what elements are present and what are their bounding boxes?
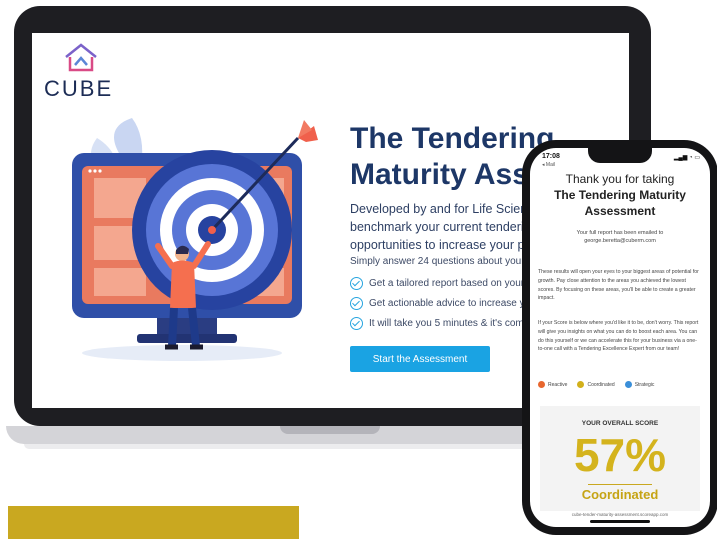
url-bar[interactable]: cube-tender-maturity-assessment.scoreapp…	[530, 512, 710, 517]
check-circle-icon	[350, 296, 363, 310]
gold-accent-bar	[8, 506, 299, 539]
results-paragraph: These results will open your eyes to you…	[538, 269, 699, 302]
phone-notch	[588, 148, 652, 163]
check-circle-icon	[350, 276, 363, 290]
target-illustration	[72, 118, 318, 361]
legend-dot	[624, 381, 632, 388]
legend-item-strategic: Strategic	[624, 381, 654, 388]
assessment-title: The Tendering Maturity	[554, 188, 686, 202]
legend-dot	[577, 381, 585, 388]
start-assessment-button[interactable]: Start the Assessment	[350, 346, 490, 372]
home-indicator[interactable]	[590, 520, 650, 523]
laptop-hinge-notch	[280, 426, 380, 434]
score-level: Coordinated	[581, 487, 659, 502]
legend-item-coordinated: Coordinated	[577, 381, 615, 388]
legend-dot	[538, 381, 545, 388]
assessment-title-line2: Assessment	[584, 204, 656, 218]
back-to-mail-link[interactable]: ◂ Mail	[542, 162, 555, 168]
advice-paragraph: If your Score is below where you'd like …	[538, 320, 699, 353]
cube-logo-icon	[65, 43, 97, 72]
legend-item-reactive: Reactive	[538, 381, 567, 388]
score-value: 57%	[573, 429, 667, 481]
email-note: Your full report has been emailed to geo…	[576, 230, 664, 244]
score-card: YOUR OVERALL SCORE 57% Coordinated	[540, 406, 700, 511]
phone-screen: 17:08 ◂ Mail ▂▄▆ ◔ ▭ Thank you for takin…	[530, 148, 710, 527]
thank-you-heading: Thank you for taking	[565, 172, 675, 186]
signal-battery-icon: ▂▄▆ ◔ ▭	[673, 155, 700, 161]
score-divider	[588, 484, 652, 485]
check-circle-icon	[350, 316, 363, 330]
level-legend: Reactive Coordinated Strategic	[538, 381, 664, 388]
status-time: 17:08	[542, 153, 560, 160]
brand-logo-text: CUBE	[44, 76, 114, 101]
score-heading: YOUR OVERALL SCORE	[581, 420, 659, 427]
